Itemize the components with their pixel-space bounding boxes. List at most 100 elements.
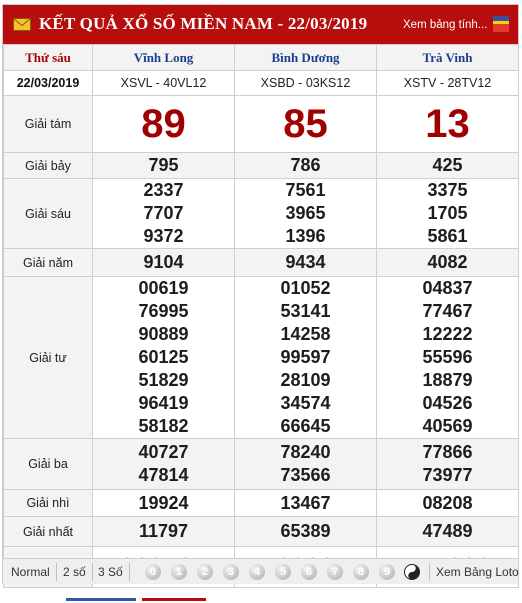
prize-row: Giải sáu 2337 7707 9372 7561 3965 1396 3375 1705… xyxy=(3,178,519,249)
mode-2-digit-option[interactable]: 2 số xyxy=(63,565,86,579)
winning-number: 12222 xyxy=(422,324,473,344)
winning-number: 73566 xyxy=(280,465,331,485)
winning-number: 18879 xyxy=(422,370,473,390)
prize-cell: 9434 xyxy=(234,248,377,277)
yin-yang-icon[interactable] xyxy=(404,564,420,580)
winning-number: 99597 xyxy=(280,347,331,367)
winning-number: 13 xyxy=(425,102,470,146)
digit-filter-6[interactable]: 6 xyxy=(301,564,317,580)
winning-number: 90889 xyxy=(138,324,189,344)
digit-filter-2[interactable]: 2 xyxy=(197,564,213,580)
prize-cell: 13 xyxy=(376,95,519,153)
prize-cell: 2337 7707 9372 xyxy=(92,178,235,249)
winning-number: 76995 xyxy=(138,301,189,321)
winning-number: 51829 xyxy=(138,370,189,390)
prize-cell: 85 xyxy=(234,95,377,153)
province-flag-icon[interactable] xyxy=(493,16,509,32)
prize-label: Giải bảy xyxy=(3,152,93,179)
prize-cell: 89 xyxy=(92,95,235,153)
prize-cell: 78240 73566 xyxy=(234,438,377,490)
prize-cell: 77866 73977 xyxy=(376,438,519,490)
page-fragment xyxy=(66,598,136,601)
digit-filter-0[interactable]: 0 xyxy=(145,564,161,580)
prize-cell: 425 xyxy=(376,152,519,179)
prize-row: Giải tư 00619 76995 90889 60125 51829 96419 581… xyxy=(3,276,519,439)
divider xyxy=(429,563,430,581)
digit-filter-9[interactable]: 9 xyxy=(379,564,395,580)
ticket-code: XSTV - 28TV12 xyxy=(376,70,519,96)
winning-number: 9372 xyxy=(143,226,184,246)
winning-number: 9434 xyxy=(285,252,326,272)
mode-3-digit-option[interactable]: 3 Số xyxy=(98,565,123,579)
prize-cell: 65389 xyxy=(234,516,377,547)
divider xyxy=(129,563,130,581)
prize-cell: 40727 47814 xyxy=(92,438,235,490)
prize-label: Giải tám xyxy=(3,95,93,153)
mode-normal-option[interactable]: Normal xyxy=(11,565,50,579)
view-table-link[interactable]: Xem bảng tính... xyxy=(403,19,487,31)
winning-number: 00619 xyxy=(138,278,189,298)
prize-cell: 11797 xyxy=(92,516,235,547)
winning-number: 55596 xyxy=(422,347,473,367)
winning-number: 425 xyxy=(432,155,463,175)
winning-number: 11797 xyxy=(138,521,189,541)
winning-number: 2337 xyxy=(143,180,184,200)
ticket-code: XSVL - 40VL12 xyxy=(92,70,235,96)
prize-label: Giải nhì xyxy=(3,489,93,517)
winning-number: 4082 xyxy=(427,252,468,272)
divider xyxy=(56,563,57,581)
winning-number: 3965 xyxy=(285,203,326,223)
prize-label: Giải tư xyxy=(3,276,93,439)
winning-number: 77467 xyxy=(422,301,473,321)
province-name[interactable]: Vĩnh Long xyxy=(92,44,235,71)
prize-cell: 9104 xyxy=(92,248,235,277)
winning-number: 28109 xyxy=(280,370,331,390)
prize-cell: 01052 53141 14258 99597 28109 34574 66645 xyxy=(234,276,377,439)
winning-number: 40727 xyxy=(138,442,189,462)
winning-number: 9104 xyxy=(143,252,184,272)
ticket-code-row: 22/03/2019 XSVL - 40VL12 XSBD - 03KS12 X… xyxy=(3,70,519,96)
winning-number: 53141 xyxy=(280,301,331,321)
results-table: Thứ sáu Vĩnh Long Bình Dương Trà Vinh 22… xyxy=(3,44,519,588)
winning-number: 78240 xyxy=(280,442,331,462)
view-loto-link[interactable]: Xem Bảng Loto xyxy=(436,565,519,579)
prize-label: Giải ba xyxy=(3,438,93,490)
winning-number: 65389 xyxy=(280,521,331,541)
prize-cell: 19924 xyxy=(92,489,235,517)
winning-number: 96419 xyxy=(138,393,189,413)
prize-row: Giải ba 40727 47814 78240 73566 77866 73977 xyxy=(3,438,519,490)
digit-filter-3[interactable]: 3 xyxy=(223,564,239,580)
winning-number: 01052 xyxy=(280,278,331,298)
prize-label: Giải năm xyxy=(3,248,93,277)
prize-row: Giải tám 89 85 13 xyxy=(3,95,519,153)
digit-filter-5[interactable]: 5 xyxy=(275,564,291,580)
winning-number: 47489 xyxy=(422,521,473,541)
province-name[interactable]: Bình Dương xyxy=(234,44,377,71)
winning-number: 3375 xyxy=(427,180,468,200)
province-header-row: Thứ sáu Vĩnh Long Bình Dương Trà Vinh xyxy=(3,44,519,71)
winning-number: 795 xyxy=(148,155,179,175)
digit-filter-7[interactable]: 7 xyxy=(327,564,343,580)
winning-number: 85 xyxy=(283,102,328,146)
winning-number: 89 xyxy=(141,102,186,146)
winning-number: 73977 xyxy=(422,465,473,485)
results-footer: Normal 2 số 3 Số 0123456789 Xem Bảng Lot… xyxy=(3,558,519,584)
prize-cell: 7561 3965 1396 xyxy=(234,178,377,249)
winning-number: 40569 xyxy=(422,416,473,436)
winning-number: 19924 xyxy=(138,492,189,513)
results-title: KẾT QUẢ XỔ SỐ MIỀN NAM - 22/03/2019 xyxy=(39,14,368,33)
prize-cell: 13467 xyxy=(234,489,377,517)
prize-row: Giải nhất 11797 65389 47489 xyxy=(3,516,519,547)
winning-number: 47814 xyxy=(138,465,189,485)
digit-filter-1[interactable]: 1 xyxy=(171,564,187,580)
winning-number: 58182 xyxy=(138,416,189,436)
digit-filter-4[interactable]: 4 xyxy=(249,564,265,580)
province-name[interactable]: Trà Vinh xyxy=(376,44,519,71)
prize-cell: 3375 1705 5861 xyxy=(376,178,519,249)
digit-filter-8[interactable]: 8 xyxy=(353,564,369,580)
winning-number: 34574 xyxy=(280,393,331,413)
prize-cell: 786 xyxy=(234,152,377,179)
prize-cell: 795 xyxy=(92,152,235,179)
winning-number: 66645 xyxy=(280,416,331,436)
lottery-results-widget: KẾT QUẢ XỔ SỐ MIỀN NAM - 22/03/2019 Xem … xyxy=(2,4,519,588)
